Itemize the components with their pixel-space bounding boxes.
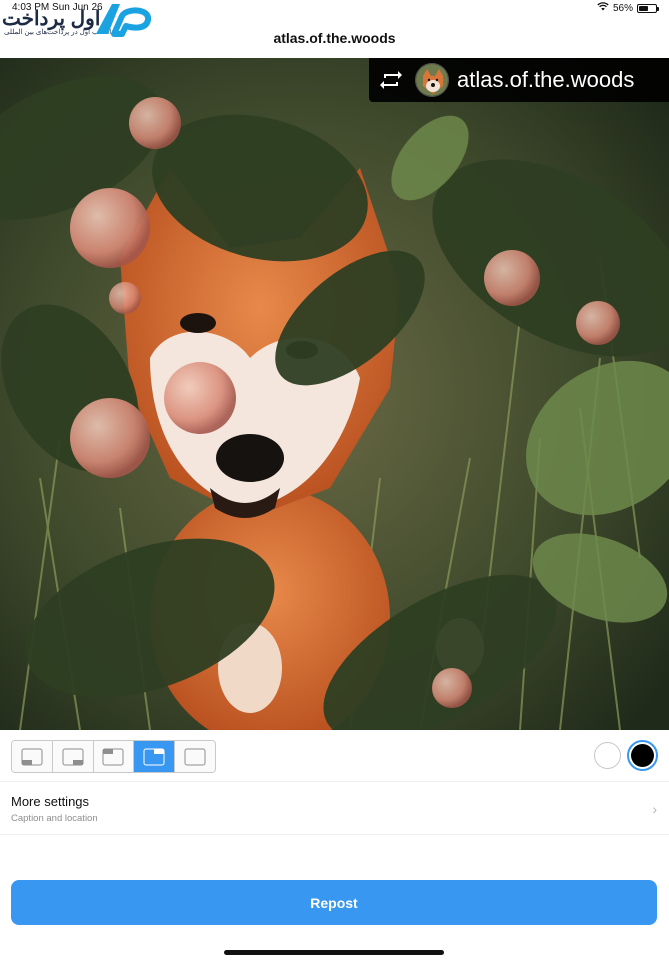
avatar: [415, 63, 449, 97]
post-photo: [0, 58, 669, 730]
battery-percent: 56%: [612, 2, 633, 14]
repost-toolbar: [0, 730, 669, 782]
bottom-right-position-icon: [62, 748, 84, 765]
position-none-button[interactable]: [175, 741, 215, 772]
position-bottom-left-button[interactable]: [12, 741, 53, 772]
color-white-swatch[interactable]: [594, 742, 621, 769]
wifi-icon: [597, 2, 609, 14]
selected-color-dot: [631, 744, 654, 767]
more-settings-row[interactable]: More settings Caption and location ›: [0, 783, 669, 835]
repost-screen: 4:03 PM Sun Jun 26 56% اول پرداخت انتخاب…: [0, 0, 669, 961]
position-bottom-right-button[interactable]: [52, 741, 94, 772]
position-top-left-button[interactable]: [93, 741, 135, 772]
chevron-right-icon: ›: [652, 801, 657, 817]
battery-icon: [637, 3, 659, 13]
position-top-right-button[interactable]: [134, 741, 176, 772]
more-settings-subtitle: Caption and location: [11, 813, 98, 824]
repost-button[interactable]: Repost: [11, 880, 657, 925]
top-right-position-icon: [143, 748, 165, 765]
page-title: atlas.of.the.woods: [273, 30, 396, 46]
attribution-username: atlas.of.the.woods: [457, 67, 635, 92]
dog-photo-image: [0, 58, 669, 730]
more-settings-title: More settings: [11, 794, 90, 809]
repost-icon: [377, 66, 405, 94]
repost-attribution: atlas.of.the.woods: [369, 58, 669, 102]
no-position-icon: [184, 748, 206, 765]
top-left-position-icon: [102, 748, 124, 765]
status-right: 56%: [597, 2, 659, 14]
bottom-left-position-icon: [21, 748, 43, 765]
color-black-swatch[interactable]: [627, 740, 658, 771]
home-indicator[interactable]: [224, 950, 444, 955]
attribution-position-selector: [11, 740, 216, 773]
